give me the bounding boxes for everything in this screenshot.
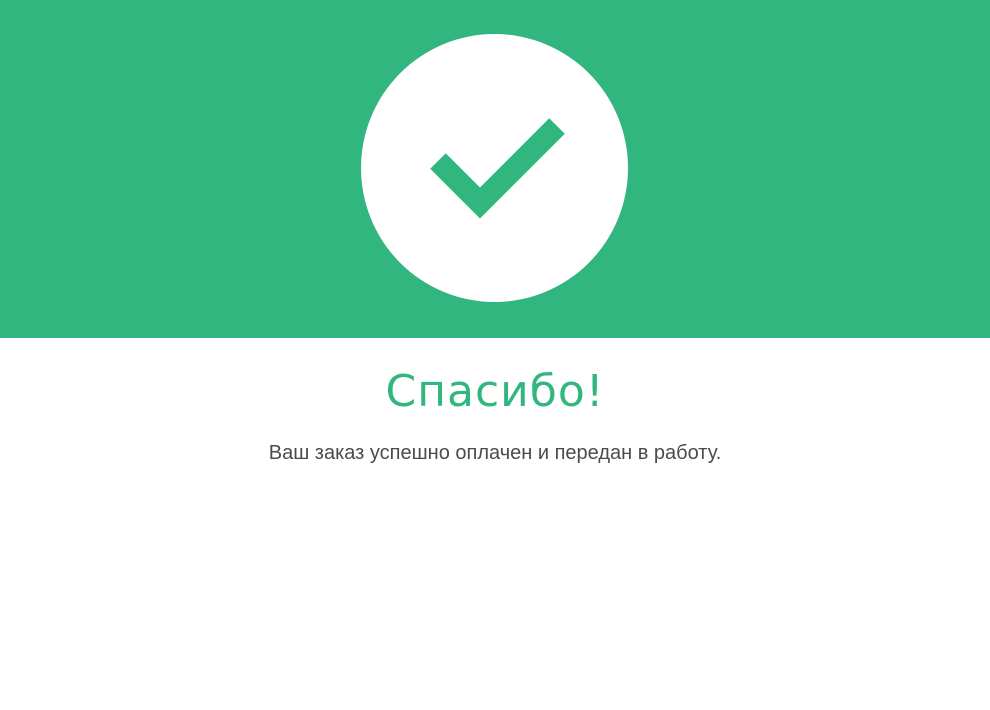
success-circle — [361, 34, 628, 302]
checkmark-icon — [430, 118, 565, 219]
order-status-message: Ваш заказ успешно оплачен и передан в ра… — [268, 442, 722, 464]
thank-you-title: Спасибо! — [385, 366, 605, 417]
success-banner — [0, 0, 990, 338]
